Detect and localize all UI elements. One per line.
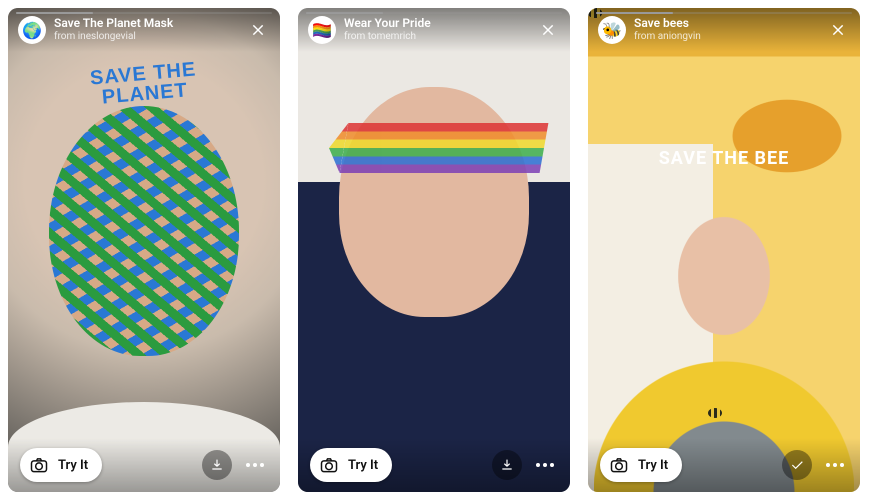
bee-icon [708,408,722,418]
camera-icon [28,454,50,476]
try-label: Try It [348,458,378,473]
creator-line: from tomemrich [344,31,528,43]
try-label: Try It [638,458,668,473]
try-label: Try It [58,458,88,473]
try-filter-button[interactable]: Try It [310,448,392,482]
camera-icon [318,454,340,476]
story-footer: Try It [8,438,280,492]
bee-avatar-icon: 🐝 [602,21,622,40]
filter-name: Save bees [634,17,818,31]
illustration-face [49,106,239,356]
creator-line: from ineslongevial [54,31,238,43]
close-icon [830,22,846,38]
creator-avatar[interactable]: 🌍 [18,16,46,44]
more-button[interactable] [822,463,848,467]
dot-icon [826,463,830,467]
story-header: 🏳️‍🌈 Wear Your Pride from tomemrich [298,8,570,52]
check-icon [789,457,805,473]
saved-filter-button[interactable] [782,450,812,480]
creator-avatar[interactable]: 🏳️‍🌈 [308,16,336,44]
camera-icon [608,454,630,476]
ar-overlay-rainbow [340,123,549,173]
story-panel: 🏳️‍🌈 Wear Your Pride from tomemrich Try … [298,8,570,492]
story-footer: Try It [588,438,860,492]
story-panel: SAVE THE PLANET 🌍 Save The Planet Mask f… [8,8,280,492]
dot-icon [246,463,250,467]
filter-info[interactable]: Save The Planet Mask from ineslongevial [54,17,238,42]
close-icon [540,22,556,38]
story-panel: SAVE THE BEE 🐝 Save bees from aniongvin … [588,8,860,492]
globe-icon: 🌍 [22,21,42,40]
story-footer: Try It [298,438,570,492]
illustration-face [339,87,529,317]
filter-info[interactable]: Save bees from aniongvin [634,17,818,42]
download-icon [499,457,515,473]
save-filter-button[interactable] [202,450,232,480]
creator-line: from aniongvin [634,31,818,43]
more-button[interactable] [242,463,268,467]
filter-info[interactable]: Wear Your Pride from tomemrich [344,17,528,42]
more-button[interactable] [532,463,558,467]
filter-name: Save The Planet Mask [54,17,238,31]
download-icon [209,457,225,473]
save-filter-button[interactable] [492,450,522,480]
close-button[interactable] [536,18,560,42]
dot-icon [536,463,540,467]
close-button[interactable] [826,18,850,42]
try-filter-button[interactable]: Try It [20,448,102,482]
creator-avatar[interactable]: 🐝 [598,16,626,44]
close-icon [250,22,266,38]
filter-name: Wear Your Pride [344,17,528,31]
close-button[interactable] [246,18,270,42]
story-header: 🐝 Save bees from aniongvin [588,8,860,52]
try-filter-button[interactable]: Try It [600,448,682,482]
pride-flag-icon: 🏳️‍🌈 [312,21,332,40]
story-header: 🌍 Save The Planet Mask from ineslongevia… [8,8,280,52]
ar-overlay-text: SAVE THE BEE [659,148,790,169]
